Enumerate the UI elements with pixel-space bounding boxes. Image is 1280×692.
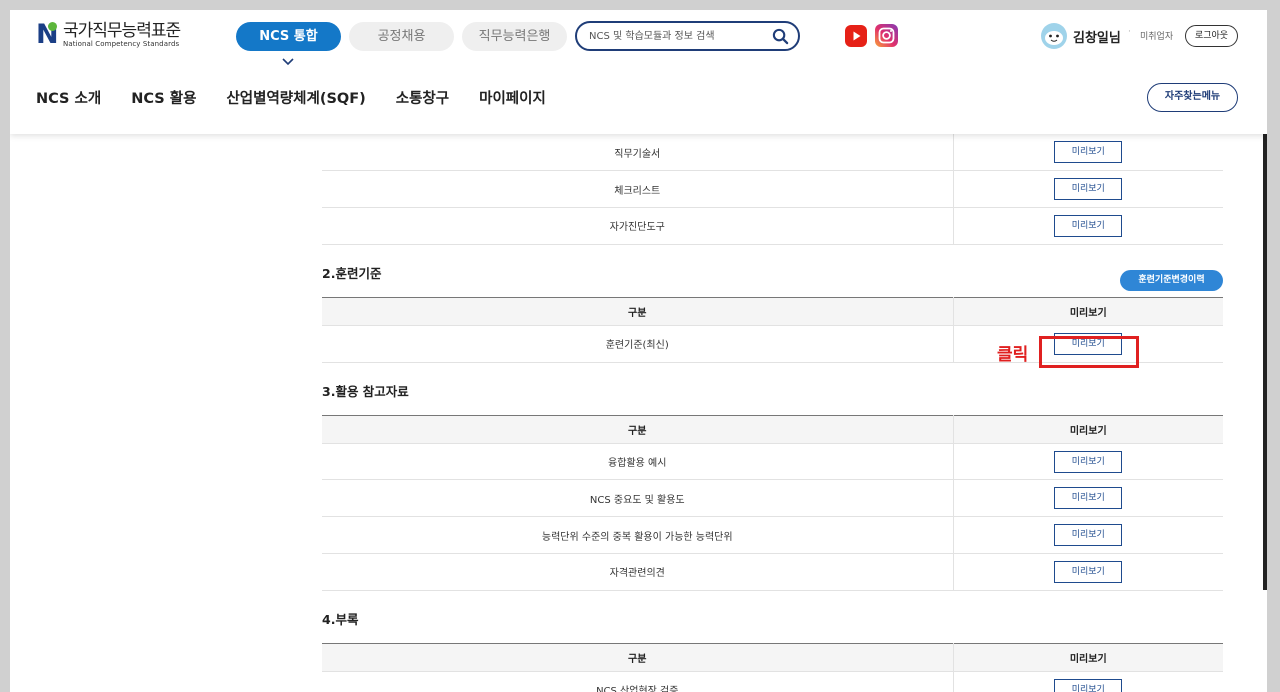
table-row: 융합활용 예시 미리보기 <box>322 443 1223 481</box>
tab-competency-bank[interactable]: 직무능력은행 <box>462 22 567 51</box>
instagram-icon[interactable] <box>875 24 898 47</box>
row-name: 융합활용 예시 <box>322 443 954 481</box>
nav-ncs-intro[interactable]: NCS 소개 <box>36 87 101 108</box>
table-row: 체크리스트 미리보기 <box>322 170 1223 209</box>
section1-table: 직무기술서 미리보기 체크리스트 미리보기 자가진단도구 미리보기 <box>322 134 1223 245</box>
table-header: 구분 미리보기 <box>322 642 1223 672</box>
user-status: 미취업자 <box>1140 32 1174 42</box>
header-preview: 미리보기 <box>953 414 1223 444</box>
section3-title: 3.활용 참고자료 <box>322 383 409 399</box>
main-navigation: NCS 소개 NCS 활용 산업별역량체계(SQF) 소통창구 마이페이지 <box>36 87 576 108</box>
preview-button[interactable]: 미리보기 <box>1054 678 1123 692</box>
header-category: 구분 <box>322 296 954 326</box>
site-logo[interactable]: N 국가직무능력표준 National Competency Standards <box>36 19 181 50</box>
training-history-button[interactable]: 훈련기준변경이력 <box>1120 269 1223 291</box>
section4-table: 구분 미리보기 NCS 산업현장 검증 미리보기 <box>322 642 1223 692</box>
user-name: 김창일님 <box>1073 31 1121 46</box>
logo-title: 국가직무능력표준 <box>63 21 181 41</box>
tab-fair-hiring[interactable]: 공정채용 <box>349 22 454 51</box>
header-preview: 미리보기 <box>953 642 1223 672</box>
row-name: 자격관련의견 <box>322 553 954 591</box>
row-name: 자가진단도구 <box>322 207 954 245</box>
faq-menu-button[interactable]: 자주찾는메뉴 <box>1147 83 1238 112</box>
browser-page: N 국가직무능력표준 National Competency Standards… <box>10 10 1267 692</box>
section4-title: 4.부록 <box>322 611 359 627</box>
preview-button[interactable]: 미리보기 <box>1054 450 1123 473</box>
table-row: NCS 중요도 및 활용도 미리보기 <box>322 479 1223 518</box>
preview-button[interactable]: 미리보기 <box>1054 560 1123 583</box>
header-preview: 미리보기 <box>953 296 1223 326</box>
nav-ncs-use[interactable]: NCS 활용 <box>131 87 196 108</box>
row-name: 직무기술서 <box>322 134 954 172</box>
youtube-icon[interactable] <box>845 25 867 47</box>
section2-title: 2.훈련기준 <box>322 265 382 281</box>
table-row: 직무기술서 미리보기 <box>322 134 1223 172</box>
nav-sqf[interactable]: 산업별역량체계(SQF) <box>226 87 365 108</box>
preview-button[interactable]: 미리보기 <box>1054 524 1123 547</box>
click-annotation-label: 클릭 <box>997 345 1029 365</box>
logout-button[interactable]: 로그아웃 <box>1185 25 1238 47</box>
table-header: 구분 미리보기 <box>322 296 1223 326</box>
table-row: NCS 산업현장 검증 미리보기 <box>322 671 1223 692</box>
chevron-down-icon <box>282 58 294 66</box>
ncs-logo-icon: N <box>36 19 59 50</box>
site-header: N 국가직무능력표준 National Competency Standards… <box>10 10 1267 134</box>
table-header: 구분 미리보기 <box>322 414 1223 444</box>
tab-ncs-integrated[interactable]: NCS 통합 <box>236 22 341 51</box>
row-name: 능력단위 수준의 중복 활용이 가능한 능력단위 <box>322 516 954 555</box>
search-input[interactable] <box>589 28 759 45</box>
table-row: 능력단위 수준의 중복 활용이 가능한 능력단위 미리보기 <box>322 516 1223 555</box>
table-row: 자가진단도구 미리보기 <box>322 207 1223 245</box>
preview-button[interactable]: 미리보기 <box>1054 178 1123 201</box>
logo-subtitle: National Competency Standards <box>63 40 180 48</box>
section3-table: 구분 미리보기 융합활용 예시 미리보기 NCS 중요도 및 활용도 미리보기 … <box>322 414 1223 591</box>
header-category: 구분 <box>322 414 954 444</box>
click-annotation-box <box>1039 336 1139 368</box>
preview-button[interactable]: 미리보기 <box>1054 141 1123 164</box>
section-title: 2.훈련기준 훈련기준변경이력 <box>322 245 1223 297</box>
row-name: NCS 중요도 및 활용도 <box>322 479 954 518</box>
search-box <box>575 21 800 51</box>
row-name: 훈련기준(최신) <box>322 325 954 363</box>
header-category: 구분 <box>322 642 954 672</box>
preview-button[interactable]: 미리보기 <box>1054 487 1123 510</box>
row-name: NCS 산업현장 검증 <box>322 671 954 692</box>
preview-button[interactable]: 미리보기 <box>1054 214 1123 237</box>
main-content: 직무기술서 미리보기 체크리스트 미리보기 자가진단도구 미리보기 2.훈련기준… <box>322 134 1223 692</box>
separator: · <box>1128 27 1131 37</box>
section-title: 3.활용 참고자료 <box>322 363 1223 415</box>
table-row: 자격관련의견 미리보기 <box>322 553 1223 591</box>
nav-communication[interactable]: 소통창구 <box>396 87 449 108</box>
search-icon[interactable] <box>772 28 789 45</box>
nav-mypage[interactable]: 마이페이지 <box>479 87 546 108</box>
section-title: 4.부록 <box>322 591 1223 643</box>
row-name: 체크리스트 <box>322 170 954 209</box>
avatar <box>1041 23 1067 49</box>
